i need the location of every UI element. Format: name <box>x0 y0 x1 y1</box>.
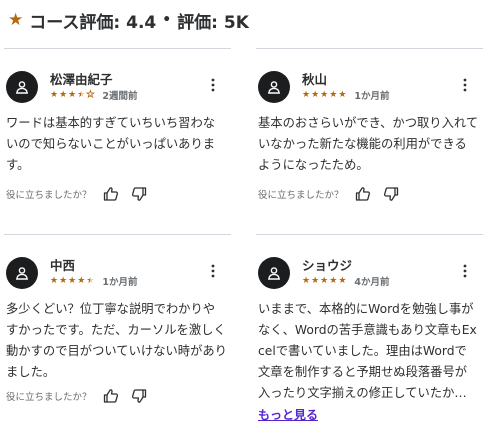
star-rating: ★ ★ ★ ★ ★ <box>50 275 95 286</box>
star-full-icon: ★ <box>50 275 59 286</box>
review-card: 中西 ★ ★ ★ ★ ★ 1か月前 多少くどい？位丁寧な説明でわかりやすかったです。ただ… <box>4 234 231 403</box>
thumbs-down-icon[interactable] <box>130 387 148 405</box>
review-date: 4か月前 <box>354 277 390 288</box>
more-options-icon[interactable] <box>457 77 473 93</box>
more-options-icon[interactable] <box>457 263 473 279</box>
avatar <box>6 71 38 103</box>
reviewer-name: ショウジ <box>302 258 353 273</box>
reviewer-name: 松澤由紀子 <box>50 72 113 87</box>
star-full-icon: ★ <box>329 89 338 100</box>
star-rating: ★ ★ ★ ★ ★ <box>50 89 95 100</box>
review-header: 秋山 ★ ★ ★ ★ ★ 1か月前 <box>256 69 483 113</box>
review-date: 1か月前 <box>102 277 138 288</box>
star-full-icon: ★ <box>338 275 347 286</box>
star-full-icon: ★ <box>320 89 329 100</box>
user-icon <box>16 81 28 94</box>
review-card: 秋山 ★ ★ ★ ★ ★ 1か月前 基本のおさらいができ、かつ取り入れていなかった新たな… <box>256 48 483 201</box>
star-half-icon: ★ <box>77 89 86 100</box>
review-rating-row: ★ ★ ★ ★ ★ 1か月前 <box>302 88 390 102</box>
helpful-question: 役に立ちましたか？ <box>6 190 92 201</box>
review-text: いままで、本格的にWordを勉強し事がなく、Wordの苦手意識もあり文章もExc… <box>258 302 477 400</box>
user-icon <box>16 267 28 280</box>
review-rating-row: ★ ★ ★ ★ ★ 4か月前 <box>302 274 390 288</box>
star-rating: ★ ★ ★ ★ ★ <box>302 89 347 100</box>
star-half-icon: ★ <box>86 275 95 286</box>
star-full-icon: ★ <box>320 275 329 286</box>
review-header: 中西 ★ ★ ★ ★ ★ 1か月前 <box>4 255 231 299</box>
star-full-icon: ★ <box>338 89 347 100</box>
show-more-link[interactable]: もっと見る <box>258 406 318 421</box>
reviewer-name: 中西 <box>50 258 76 273</box>
helpful-question: 役に立ちましたか？ <box>6 392 92 403</box>
avatar <box>6 257 38 289</box>
thumbs-down-icon[interactable] <box>130 185 148 203</box>
review-date: 1か月前 <box>354 91 390 102</box>
star-icon: ★ <box>8 10 24 30</box>
more-options-icon[interactable] <box>205 77 221 93</box>
helpful-row: 役に立ちましたか？ <box>6 185 148 203</box>
avatar <box>258 71 290 103</box>
reviews-section: ★ コース評価: 4.4 • 評価: 5K 松澤由紀子 ★ ★ ★ ★ ★ 2週間前 ワ… <box>0 0 493 421</box>
helpful-row: 役に立ちましたか？ <box>258 185 400 203</box>
star-full-icon: ★ <box>329 275 338 286</box>
review-card: 松澤由紀子 ★ ★ ★ ★ ★ 2週間前 ワードは基本的すぎていちいち習わないので知らな… <box>4 48 231 201</box>
star-empty-icon: ★ <box>86 89 95 100</box>
star-full-icon: ★ <box>68 89 77 100</box>
avatar <box>258 257 290 289</box>
star-full-icon: ★ <box>77 275 86 286</box>
star-full-icon: ★ <box>59 89 68 100</box>
star-full-icon: ★ <box>311 275 320 286</box>
course-rating: コース評価: 4.4 <box>29 12 157 33</box>
star-full-icon: ★ <box>68 275 77 286</box>
thumbs-up-icon[interactable] <box>354 185 372 203</box>
star-full-icon: ★ <box>302 275 311 286</box>
star-full-icon: ★ <box>302 89 311 100</box>
star-rating: ★ ★ ★ ★ ★ <box>302 275 347 286</box>
review-header: ショウジ ★ ★ ★ ★ ★ 4か月前 <box>256 255 483 299</box>
review-card: ショウジ ★ ★ ★ ★ ★ 4か月前 いままで、本格的にWordを勉強し事がなく、Wo… <box>256 234 483 421</box>
user-icon <box>268 267 280 280</box>
review-header: 松澤由紀子 ★ ★ ★ ★ ★ 2週間前 <box>4 69 231 113</box>
review-text: ワードは基本的すぎていちいち習わないので知らないことがいっぱいあります。 <box>6 116 216 172</box>
helpful-row: 役に立ちましたか？ <box>6 387 148 405</box>
reviewer-name: 秋山 <box>302 72 328 87</box>
review-date: 2週間前 <box>102 91 138 102</box>
star-full-icon: ★ <box>59 275 68 286</box>
star-full-icon: ★ <box>311 89 320 100</box>
rating-summary: ★ コース評価: 4.4 • 評価: 5K <box>8 8 249 33</box>
thumbs-up-icon[interactable] <box>102 185 120 203</box>
review-rating-row: ★ ★ ★ ★ ★ 1か月前 <box>50 274 138 288</box>
review-rating-row: ★ ★ ★ ★ ★ 2週間前 <box>50 88 138 102</box>
rating-count: 評価: 5K <box>177 12 249 33</box>
review-text: 多少くどい？位丁寧な説明でわかりやすかったです。ただ、カーソルを激しく動かすので… <box>6 302 227 379</box>
separator-dot: • <box>162 12 172 28</box>
helpful-question: 役に立ちましたか？ <box>258 190 344 201</box>
star-full-icon: ★ <box>50 89 59 100</box>
review-text: 基本のおさらいができ、かつ取り入れていなかった新たな機能の利用ができるようになっ… <box>258 116 479 172</box>
thumbs-down-icon[interactable] <box>382 185 400 203</box>
user-icon <box>268 81 280 94</box>
thumbs-up-icon[interactable] <box>102 387 120 405</box>
more-options-icon[interactable] <box>205 263 221 279</box>
